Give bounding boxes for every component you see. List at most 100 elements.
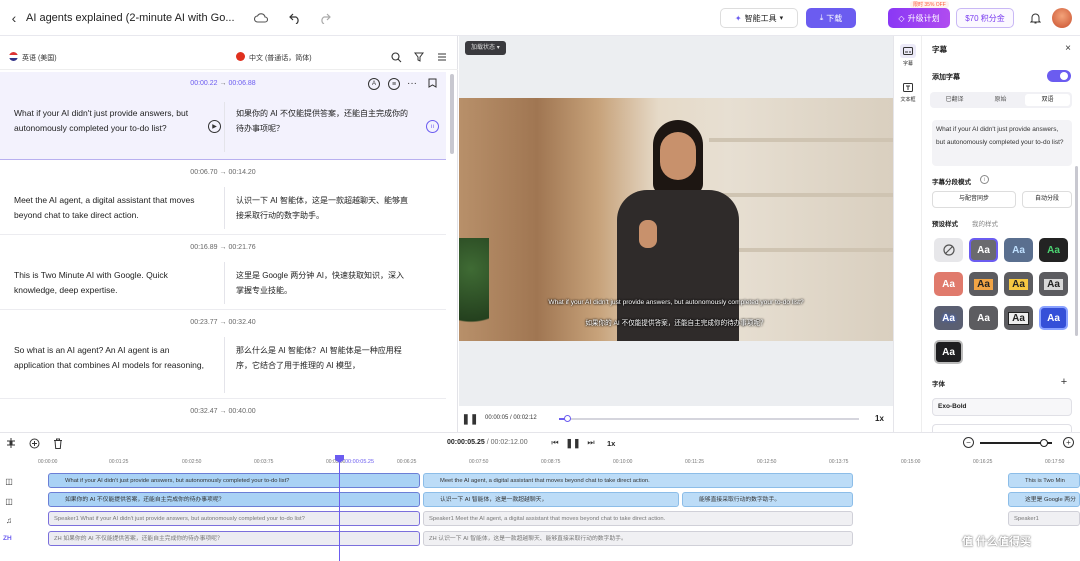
add-subtitles-toggle[interactable] [1047, 70, 1071, 82]
tab-original[interactable]: 原始 [978, 94, 1023, 106]
info-icon[interactable]: i [980, 175, 989, 184]
style-gray-box[interactable]: Aa [1039, 272, 1068, 296]
panel-scrollbar[interactable] [1075, 166, 1078, 336]
style-coral[interactable]: Aa [934, 272, 963, 296]
play-segment-icon[interactable]: ▶ [208, 120, 221, 133]
subtitle-clip[interactable]: This is Two Min [1008, 473, 1080, 488]
add-font-icon[interactable]: + [1058, 376, 1070, 388]
source-language[interactable]: 英语 (美国) [22, 53, 57, 63]
timeline-ruler[interactable]: 00:00:00 00:01:25 00:02:50 00:03:75 00:0… [36, 457, 1080, 471]
translation-clip[interactable]: 能够直接采取行动的数字助手。 [682, 492, 853, 507]
translation-clip-selected[interactable]: 如果你的 AI 不仅能提供答案，还能自主完成你的待办事项呢？ [48, 492, 420, 507]
text-box-tab-icon[interactable] [900, 80, 916, 94]
dubbing-clip-selected[interactable]: ZH 如果你的 AI 不仅能提供答案，还能自主完成你的待办事项呢？ [48, 531, 420, 546]
segment-chinese[interactable]: 那么什么是 AI 智能体？AI 智能体是一种应用程序，它结合了用于推理的 AI … [236, 343, 411, 373]
redo-icon[interactable] [316, 9, 334, 27]
audio-wave-icon[interactable]: ıı [426, 120, 439, 133]
scrollbar[interactable] [450, 74, 454, 154]
zoom-slider-track[interactable] [980, 439, 1052, 447]
subtitles-tab-label[interactable]: 字幕 [894, 60, 922, 67]
smart-tools-button[interactable]: ✦ 智能工具 ▾ [720, 8, 798, 28]
search-icon[interactable] [388, 49, 404, 65]
subtitle-segment[interactable]: 00:23.77 → 00:32.40 So what is an AI age… [0, 311, 446, 399]
subtitle-clip[interactable]: Meet the AI agent, a digital assistant t… [423, 473, 853, 488]
zoom-slider-thumb[interactable] [1040, 439, 1048, 447]
voice-icon[interactable]: ≡ [388, 78, 400, 90]
tab-bilingual[interactable]: 双语 [1025, 94, 1070, 106]
bookmark-icon[interactable] [426, 77, 438, 89]
subtitle-preview-box[interactable]: What if your AI didn't just provide answ… [932, 120, 1072, 166]
subtitle-clip-selected[interactable]: What if your AI didn't just provide answ… [48, 473, 420, 488]
project-title[interactable]: AI agents explained (2-minute AI with Go… [26, 12, 235, 24]
add-clip-icon[interactable] [27, 436, 41, 450]
timeline-speed-button[interactable]: 1x [607, 439, 615, 448]
style-light-box[interactable]: Aa [1004, 306, 1033, 330]
back-icon[interactable]: ‹ [6, 9, 22, 27]
tab-my-styles[interactable]: 我的样式 [972, 218, 998, 228]
close-icon[interactable]: × [1062, 42, 1074, 54]
translation-clip[interactable]: 这里是 Google 两分 [1008, 492, 1080, 507]
style-plain-selected[interactable]: Aa [969, 238, 998, 262]
segment-english[interactable]: So what is an AI agent? An AI agent is a… [14, 343, 204, 373]
video-status-pill[interactable]: 加载状态 ▾ [465, 41, 506, 55]
split-icon[interactable] [4, 436, 18, 450]
delete-icon[interactable] [51, 436, 65, 450]
skip-back-icon[interactable]: ⏮ [549, 437, 561, 449]
subtitle-segment[interactable]: 00:00.22 → 00:06.88 A ≡ ··· What if your… [0, 72, 446, 160]
auto-split-button[interactable]: 自动分段 [1022, 191, 1072, 208]
segment-english[interactable]: Meet the AI agent, a digital assistant t… [14, 193, 204, 223]
style-yellow[interactable]: Aa [1004, 272, 1033, 296]
more-icon[interactable]: ··· [405, 77, 419, 89]
zoom-in-icon[interactable]: + [1063, 437, 1074, 448]
segment-english[interactable]: What if your AI didn't just provide answ… [14, 106, 204, 136]
pause-icon[interactable]: ❚❚ [462, 412, 479, 426]
ruler-tick-label: 00:06:25 [397, 459, 417, 465]
font-size-input[interactable] [932, 424, 1072, 432]
subtitle-segment[interactable]: 00:32.47 → 00:40.00 [0, 400, 446, 432]
translation-clip[interactable]: 认识一下 AI 智能体，这是一款超越聊天， [423, 492, 679, 507]
timeline-pause-icon[interactable]: ❚❚ [565, 437, 580, 449]
voice-clip-selected[interactable]: Speaker1 What if your AI didn't just pro… [48, 511, 420, 526]
split-mode-label: 字幕分段模式 [932, 179, 971, 186]
style-blue[interactable]: Aa [1039, 306, 1068, 330]
undo-icon[interactable] [286, 9, 304, 27]
font-select[interactable]: Exo-Bold [932, 398, 1072, 416]
credits-button[interactable]: $70 积分金 [956, 8, 1014, 28]
speaker-icon[interactable]: A [368, 78, 380, 90]
style-none[interactable] [934, 238, 963, 262]
subtitles-tab-icon[interactable] [900, 44, 916, 58]
subtitle-segment[interactable]: 00:16.89 → 00:21.76 This is Two Minute A… [0, 236, 446, 310]
style-blue-glow[interactable]: Aa [934, 306, 963, 330]
bell-icon[interactable] [1026, 9, 1044, 27]
segment-chinese[interactable]: 认识一下 AI 智能体，这是一款超越聊天、能够直接采取行动的数字助手。 [236, 193, 411, 223]
style-green[interactable]: Aa [1039, 238, 1068, 262]
playhead-line[interactable] [339, 459, 340, 561]
list-settings-icon[interactable] [434, 49, 450, 65]
sync-with-dubbing-button[interactable]: 与配音同步 [932, 191, 1016, 208]
tab-preset-styles[interactable]: 预设样式 [932, 218, 958, 228]
voice-clip[interactable]: Speaker1 Meet the AI agent, a digital as… [423, 511, 853, 526]
upgrade-button[interactable]: ◇ 升级计划 [888, 8, 950, 28]
style-white-outline[interactable]: Aa [969, 306, 998, 330]
segment-chinese[interactable]: 如果你的 AI 不仅能提供答案，还能自主完成你的待办事项呢？ [236, 106, 411, 136]
dubbing-clip[interactable]: ZH 认识一下 AI 智能体，这是一款超越聊天、能够直接采取行动的数字助手。 [423, 531, 853, 546]
skip-forward-icon[interactable]: ⏭ [585, 437, 597, 449]
style-black[interactable]: Aa [934, 340, 963, 364]
avatar[interactable] [1052, 8, 1072, 28]
voice-clip[interactable]: Speaker1 [1008, 511, 1080, 526]
download-button[interactable]: ⤓ 下载 [806, 8, 856, 28]
segment-english[interactable]: This is Two Minute AI with Google. Quick… [14, 268, 204, 298]
text-box-tab-label[interactable]: 文本框 [894, 96, 922, 103]
style-orange-box[interactable]: Aa [969, 272, 998, 296]
video-progress-thumb[interactable] [564, 415, 571, 422]
segment-chinese[interactable]: 这里是 Google 两分钟 AI，快速获取知识，深入掌握专业技能。 [236, 268, 411, 298]
subtitle-segment[interactable]: 00:06.70 → 00:14.20 Meet the AI agent, a… [0, 161, 446, 235]
font-select-value: Exo-Bold [938, 403, 967, 410]
zoom-out-icon[interactable]: − [963, 437, 974, 448]
video-speed-button[interactable]: 1x [875, 414, 884, 423]
video-progress-track[interactable] [559, 415, 859, 422]
target-language[interactable]: 中文 (普通话，简体) [249, 53, 312, 63]
style-bubble[interactable]: Aa [1004, 238, 1033, 262]
tab-translated[interactable]: 已翻译 [932, 94, 977, 106]
filter-icon[interactable] [411, 49, 427, 65]
